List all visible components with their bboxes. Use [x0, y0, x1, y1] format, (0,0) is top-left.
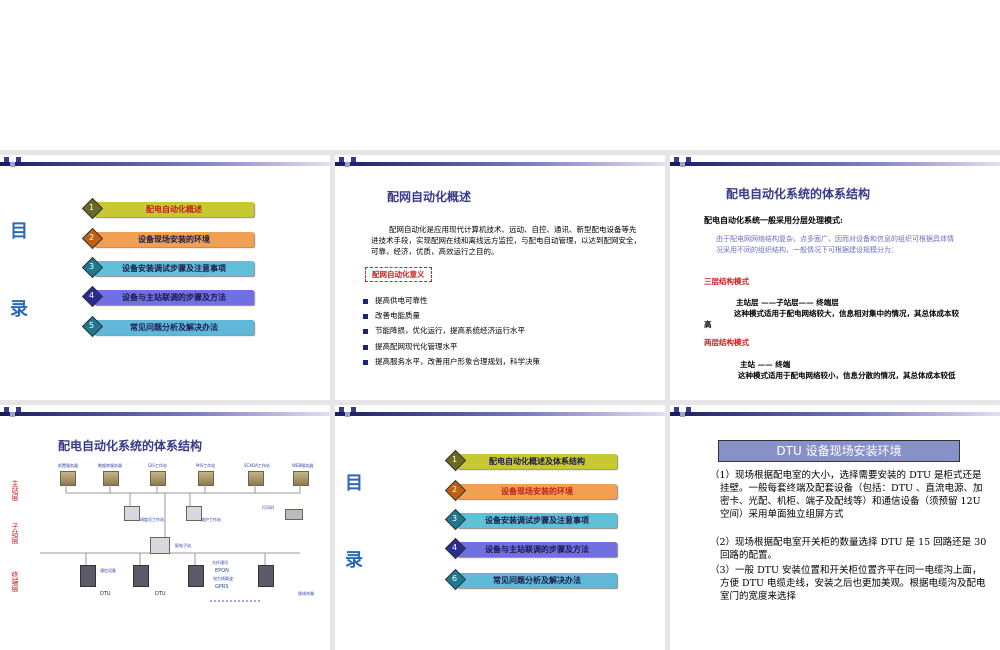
header-decoration [335, 157, 445, 169]
ws-label: 维护工作站 [201, 517, 221, 522]
terminal-label: DTU [100, 591, 111, 597]
toc-item-1[interactable]: 配电自动化概述 1 [81, 197, 264, 220]
substation-icon [150, 537, 170, 554]
slide-title: DTU 设备现场安装环境 [718, 440, 960, 462]
subhead: 配网自动化意义 [365, 267, 432, 282]
slide-architecture-diagram[interactable]: 配电自动化系统的体系结构 主站层 子站层 终端层 前置服务器 数据库服务器 GI… [0, 405, 330, 650]
toc-number: 4 [451, 543, 458, 552]
toc-number: 1 [88, 203, 95, 212]
substation-label: 配电子站 [175, 543, 191, 548]
toc-number: 1 [451, 455, 458, 464]
workstation-icon [186, 506, 202, 521]
toc-item-2[interactable]: 设备现场安装的环境 2 [444, 479, 627, 502]
printer-label: 打印机 [262, 505, 274, 510]
top-blank-area [0, 0, 1000, 150]
cabinet-icon [188, 565, 204, 587]
terminal-label: 馈线终端 [298, 591, 314, 596]
bullet-item: 提高服务水平，改善用户形象合理规划，科学决策 [363, 356, 540, 367]
toc-item-1[interactable]: 配电自动化概述及体系结构 1 [444, 449, 627, 472]
slide-overview[interactable]: 配网自动化概述 配网自动化是应用现代计算机技术、远动、自控、通讯、新型配电设备等… [335, 155, 665, 400]
cabinet-icon [80, 565, 96, 587]
terminal-label: 光纤通讯 [212, 560, 228, 565]
terminal-label: 电力线载波 [213, 576, 233, 581]
slide-toc-2[interactable]: 目 录 配电自动化概述及体系结构 1 设备现场安装的环境 2 设备安装调试步骤及… [335, 405, 665, 650]
bullet-item: 提高供电可靠性 [363, 295, 428, 306]
toc-mulu-1: 目 [10, 221, 28, 242]
header-decoration [0, 157, 110, 169]
toc-number: 4 [88, 291, 95, 300]
dtu-paragraph-1: （1）现场根据配电室的大小，选择需要安装的 DTU 是柜式还是挂壁。一般每套终端… [710, 470, 983, 520]
cabinet-icon [258, 565, 274, 587]
bullet-item: 节能降损，优化运行，提高系统经济运行水平 [363, 325, 525, 336]
network-lines [40, 485, 301, 602]
bullet-item: 改善电能质量 [363, 310, 420, 321]
bullet-item: 提高配网现代化管理水平 [363, 341, 458, 352]
two-layer-desc: 这种模式适用于配电网络较小，信息分散的情况，其总体成本较低 [738, 371, 956, 380]
lead-text: 配电自动化系统一般采用分层处理模式: [704, 215, 843, 225]
toc-label: 设备安装调试步骤及注意事项 [457, 513, 617, 528]
toc-number: 2 [88, 233, 95, 242]
terminal-label: GPRS [215, 584, 229, 590]
workstation-icon [124, 506, 140, 521]
terminal-label: EPON [215, 568, 229, 574]
slide-title: 配网自动化概述 [387, 190, 472, 204]
cabinet-icon [133, 565, 149, 587]
slide-dtu-environment[interactable]: DTU 设备现场安装环境 （1）现场根据配电室的大小，选择需要安装的 DTU 是… [670, 405, 1000, 650]
header-decoration [670, 407, 780, 419]
toc-label: 配电自动化概述及体系结构 [457, 454, 617, 469]
toc-number: 3 [451, 514, 458, 523]
two-layer-line: 主站 —— 终端 [740, 360, 791, 369]
toc-item-3[interactable]: 设备安装调试步骤及注意事项 3 [444, 508, 627, 531]
toc-item-3[interactable]: 设备安装调试步骤及注意事项 3 [81, 256, 264, 279]
toc-number: 6 [451, 574, 458, 583]
slide-architecture-text[interactable]: 配电自动化系统的体系结构 配电自动化系统一般采用分层处理模式: 由于配电网网络结… [670, 155, 1000, 400]
toc-number: 3 [88, 262, 95, 271]
header-decoration [335, 407, 445, 419]
toc-number: 5 [88, 321, 95, 330]
toc-label: 常见问题分析及解决办法 [94, 320, 254, 335]
dtu-paragraph-3: （3）一般 DTU 安装位置和开关柜位置齐平在同一电缆沟上面，方便 DTU 电缆… [710, 565, 986, 602]
ws-label: 调度员工作站 [140, 517, 164, 522]
header-decoration [670, 157, 780, 169]
toc-label: 设备安装调试步骤及注意事项 [94, 261, 254, 276]
toc-label: 设备现场安装的环境 [457, 484, 617, 499]
two-layer-head: 两层结构模式 [704, 338, 749, 347]
toc-item-4[interactable]: 设备与主站联调的步骤及方法 4 [81, 285, 264, 308]
three-layer-line: 主站层 ——子站层—— 终端层 [736, 298, 839, 307]
overview-paragraph: 配网自动化是应用现代计算机技术、远动、自控、通讯、新型配电设备等先进技术手段，实… [371, 225, 641, 256]
toc-label: 配电自动化概述 [94, 202, 254, 217]
three-layer-head: 三层结构模式 [704, 277, 749, 286]
toc-item-4[interactable]: 设备与主站联调的步骤及方法 4 [444, 537, 627, 560]
note-text: 由于配电网网络结构复杂，点多面广，因而对设备和信息的组织可根据具体情况采用不同的… [716, 235, 954, 254]
toc-mulu-2: 录 [345, 550, 363, 571]
toc-item-5[interactable]: 常见问题分析及解决办法 5 [81, 315, 264, 338]
toc-item-5[interactable]: 常见问题分析及解决办法 6 [444, 568, 627, 591]
toc-item-2[interactable]: 设备现场安装的环境 2 [81, 227, 264, 250]
slide-title: 配电自动化系统的体系结构 [726, 187, 871, 201]
toc-number: 2 [451, 485, 458, 494]
toc-label: 设备现场安装的环境 [94, 232, 254, 247]
terminal-label: DTU [155, 591, 166, 597]
toc-label: 设备与主站联调的步骤及方法 [94, 290, 254, 305]
terminal-label: 通信设备 [100, 568, 116, 573]
toc-mulu-2: 录 [10, 299, 28, 320]
toc-mulu-1: 目 [345, 473, 363, 494]
toc-label: 设备与主站联调的步骤及方法 [457, 542, 617, 557]
toc-label: 常见问题分析及解决办法 [457, 573, 617, 588]
printer-icon [285, 509, 303, 520]
dtu-paragraph-2: （2）现场根据配电室开关柜的数量选择 DTU 是 15 回路还是 30 回路的配… [710, 537, 987, 561]
slide-toc-1[interactable]: 目 录 配电自动化概述 1 设备现场安装的环境 2 设备安装调试步骤及注意事项 … [0, 155, 330, 400]
three-layer-desc: 这种模式适用于配电网络较大，信息相对集中的情况，其总体成本较高 [704, 309, 959, 329]
